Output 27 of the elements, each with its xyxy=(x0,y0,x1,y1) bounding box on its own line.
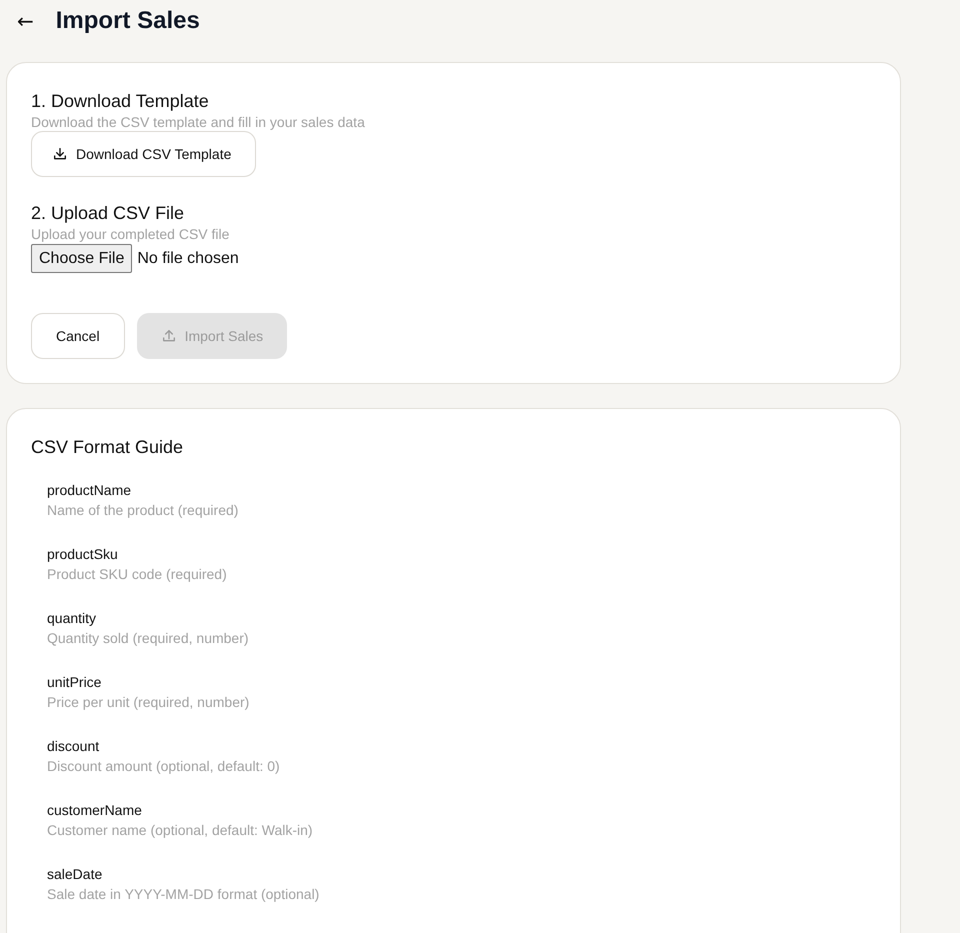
upload-icon xyxy=(160,328,177,344)
back-button[interactable]: ← xyxy=(13,9,38,33)
field-name: quantity xyxy=(47,609,98,628)
field-description: Name of the product (required) xyxy=(47,501,240,520)
page-title: Import Sales xyxy=(56,7,200,35)
field-name: productName xyxy=(47,481,132,500)
field-name: saleDate xyxy=(47,865,104,884)
download-template-button[interactable]: Download CSV Template xyxy=(31,131,256,177)
field-name: customerName xyxy=(47,801,143,820)
section-title: CSV Format Guide xyxy=(31,437,184,458)
field-description: Quantity sold (required, number) xyxy=(47,629,250,648)
step-description: Download the CSV template and fill in your sales data xyxy=(31,113,366,131)
field-description: Discount amount (optional, default: 0) xyxy=(47,757,281,776)
download-icon xyxy=(52,146,68,162)
field-description: Product SKU code (required) xyxy=(47,565,228,584)
field-name: productSku xyxy=(47,545,119,564)
field-name: unitPrice xyxy=(47,673,102,692)
step-description: Upload your completed CSV file xyxy=(31,225,230,243)
field-description: Sale date in YYYY-MM-DD format (optional) xyxy=(47,885,320,904)
field-description: Customer name (optional, default: Walk-in) xyxy=(47,821,314,840)
file-status: No file chosen xyxy=(137,250,239,268)
step-title: 2. Upload CSV File xyxy=(31,202,186,225)
field-name: discount xyxy=(47,737,100,756)
step-title: 1. Download Template xyxy=(31,90,210,113)
field-description: Price per unit (required, number) xyxy=(47,693,250,712)
cancel-button[interactable]: Cancel xyxy=(31,313,125,359)
choose-file-button[interactable]: Choose File xyxy=(31,244,132,273)
